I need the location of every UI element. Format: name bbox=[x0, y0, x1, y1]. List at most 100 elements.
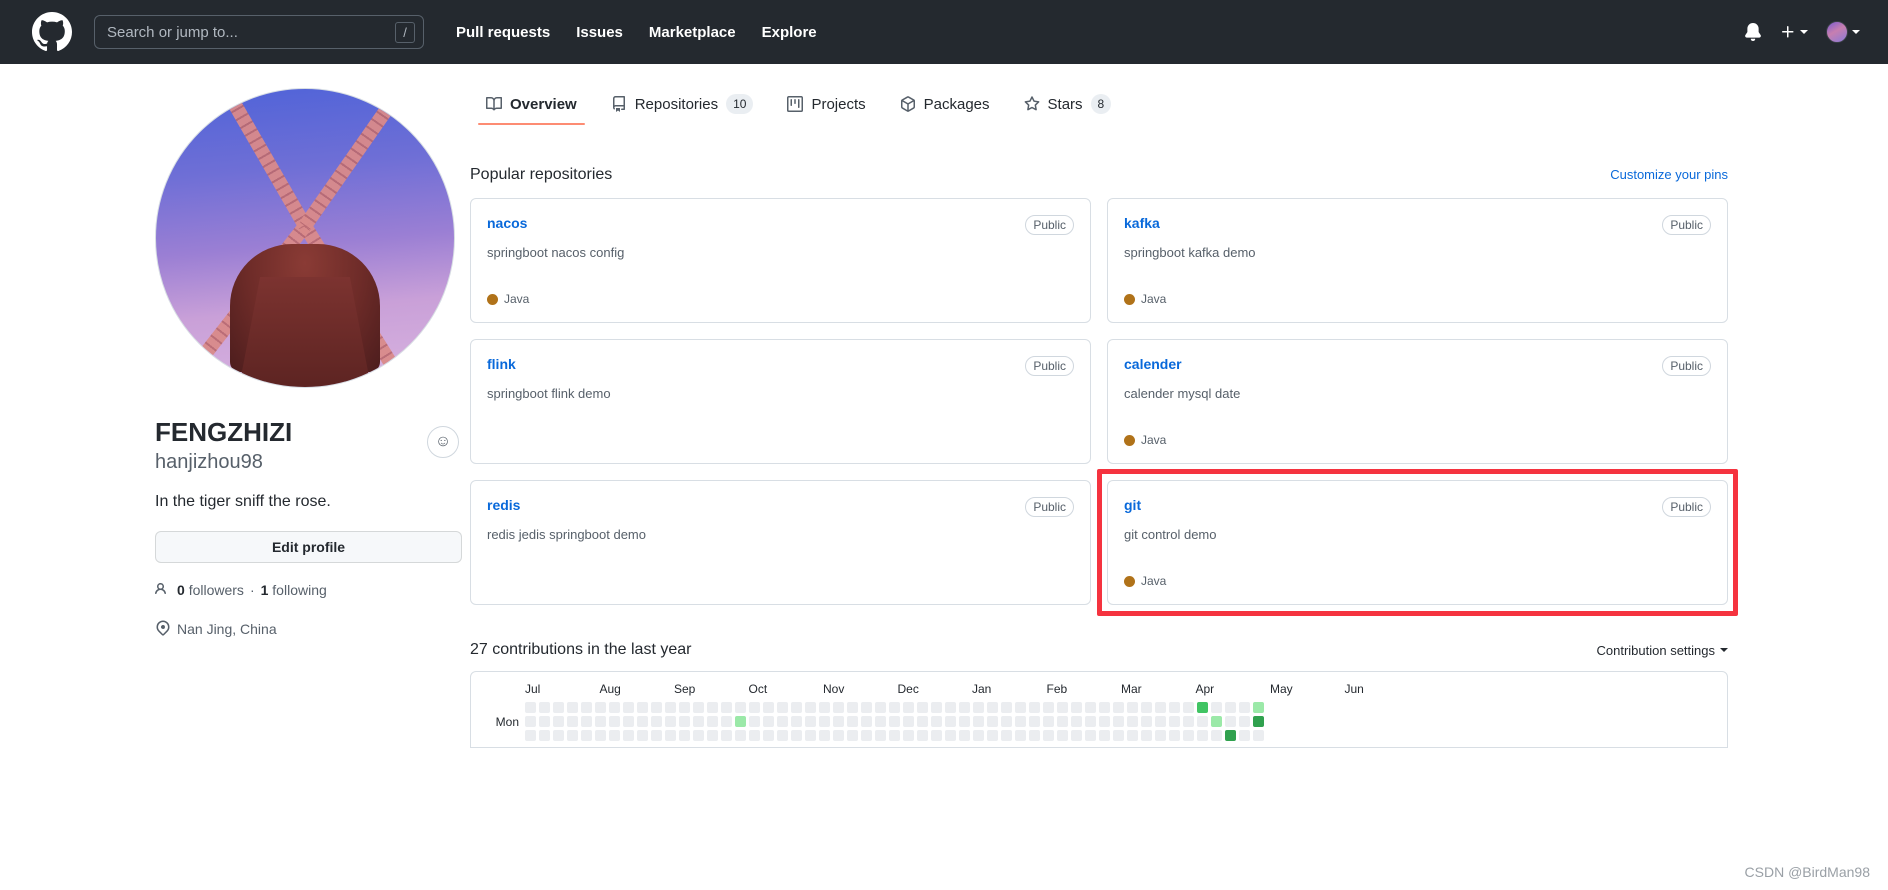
header-nav-issues[interactable]: Issues bbox=[576, 24, 623, 41]
contribution-day-cell[interactable] bbox=[1169, 702, 1180, 713]
profile-avatar[interactable] bbox=[155, 88, 455, 388]
customize-pins-link[interactable]: Customize your pins bbox=[1610, 167, 1728, 182]
contribution-day-cell[interactable] bbox=[1099, 716, 1110, 727]
contribution-day-cell[interactable] bbox=[637, 730, 648, 741]
contribution-day-cell[interactable] bbox=[987, 716, 998, 727]
tab-projects[interactable]: Projects bbox=[771, 88, 881, 125]
contribution-day-cell[interactable] bbox=[707, 702, 718, 713]
contribution-day-cell[interactable] bbox=[749, 730, 760, 741]
repo-card-kafka[interactable]: kafka Public springboot kafka demo Java bbox=[1107, 198, 1728, 323]
contribution-day-cell[interactable] bbox=[1015, 702, 1026, 713]
contribution-day-cell[interactable] bbox=[665, 716, 676, 727]
contribution-day-cell[interactable] bbox=[777, 716, 788, 727]
contribution-day-cell[interactable] bbox=[1225, 702, 1236, 713]
contribution-day-cell[interactable] bbox=[917, 716, 928, 727]
contribution-day-cell[interactable] bbox=[1043, 730, 1054, 741]
contribution-day-cell[interactable] bbox=[679, 702, 690, 713]
contribution-day-cell[interactable] bbox=[945, 702, 956, 713]
contribution-day-cell[interactable] bbox=[917, 702, 928, 713]
contribution-day-cell[interactable] bbox=[581, 716, 592, 727]
contribution-day-cell[interactable] bbox=[1001, 716, 1012, 727]
contribution-day-cell[interactable] bbox=[945, 730, 956, 741]
repo-name-link[interactable]: flink bbox=[487, 356, 516, 372]
contribution-day-cell[interactable] bbox=[1211, 730, 1222, 741]
contribution-day-cell[interactable] bbox=[875, 716, 886, 727]
contribution-day-cell[interactable] bbox=[875, 702, 886, 713]
contribution-day-cell[interactable] bbox=[595, 702, 606, 713]
contribution-day-cell[interactable] bbox=[567, 730, 578, 741]
repo-card-redis[interactable]: redis Public redis jedis springboot demo bbox=[470, 480, 1091, 605]
contribution-day-cell[interactable] bbox=[861, 730, 872, 741]
contribution-day-cell[interactable] bbox=[525, 702, 536, 713]
tab-repositories[interactable]: Repositories 10 bbox=[595, 86, 770, 126]
contribution-day-cell[interactable] bbox=[581, 730, 592, 741]
contribution-day-cell[interactable] bbox=[651, 730, 662, 741]
contribution-day-cell[interactable] bbox=[1071, 716, 1082, 727]
contribution-day-cell[interactable] bbox=[595, 716, 606, 727]
contribution-day-cell[interactable] bbox=[567, 716, 578, 727]
smiley-icon[interactable]: ☺ bbox=[427, 426, 459, 458]
contribution-day-cell[interactable] bbox=[889, 716, 900, 727]
contribution-day-cell[interactable] bbox=[679, 716, 690, 727]
contribution-day-cell[interactable] bbox=[1239, 730, 1250, 741]
contribution-day-cell[interactable] bbox=[805, 716, 816, 727]
contribution-day-cell[interactable] bbox=[1113, 730, 1124, 741]
contribution-day-cell[interactable] bbox=[707, 730, 718, 741]
contribution-day-cell[interactable] bbox=[1141, 716, 1152, 727]
contribution-day-cell[interactable] bbox=[721, 716, 732, 727]
contribution-day-cell[interactable] bbox=[959, 702, 970, 713]
contribution-day-cell[interactable] bbox=[1197, 730, 1208, 741]
repo-card-git[interactable]: git Public git control demo Java bbox=[1107, 480, 1728, 605]
contribution-day-cell[interactable] bbox=[945, 716, 956, 727]
contribution-day-cell[interactable] bbox=[1211, 702, 1222, 713]
contribution-day-cell[interactable] bbox=[1183, 702, 1194, 713]
contribution-day-cell[interactable] bbox=[553, 716, 564, 727]
contribution-day-cell[interactable] bbox=[1141, 730, 1152, 741]
repo-name-link[interactable]: git bbox=[1124, 497, 1141, 513]
contribution-day-cell[interactable] bbox=[833, 702, 844, 713]
contribution-day-cell[interactable] bbox=[525, 716, 536, 727]
contribution-day-cell[interactable] bbox=[973, 730, 984, 741]
header-nav-explore[interactable]: Explore bbox=[762, 24, 817, 41]
contribution-day-cell[interactable] bbox=[721, 702, 732, 713]
contribution-day-cell[interactable] bbox=[637, 716, 648, 727]
tab-stars[interactable]: Stars 8 bbox=[1008, 86, 1128, 126]
contribution-day-cell[interactable] bbox=[553, 702, 564, 713]
contribution-day-cell[interactable] bbox=[875, 730, 886, 741]
contribution-day-cell[interactable] bbox=[805, 702, 816, 713]
bell-icon[interactable] bbox=[1744, 23, 1762, 41]
contribution-day-cell[interactable] bbox=[1071, 702, 1082, 713]
contribution-day-cell[interactable] bbox=[707, 716, 718, 727]
create-new-button[interactable] bbox=[1780, 24, 1808, 40]
repo-card-flink[interactable]: flink Public springboot flink demo bbox=[470, 339, 1091, 464]
contribution-day-cell[interactable] bbox=[1071, 730, 1082, 741]
contribution-day-cell[interactable] bbox=[959, 716, 970, 727]
contribution-day-cell[interactable] bbox=[595, 730, 606, 741]
contribution-day-cell[interactable] bbox=[819, 730, 830, 741]
contribution-day-cell[interactable] bbox=[665, 702, 676, 713]
contribution-day-cell[interactable] bbox=[763, 716, 774, 727]
contribution-day-cell[interactable] bbox=[1057, 730, 1068, 741]
contribution-day-cell[interactable] bbox=[791, 730, 802, 741]
contribution-day-cell[interactable] bbox=[987, 702, 998, 713]
contribution-day-cell[interactable] bbox=[539, 702, 550, 713]
contribution-day-cell[interactable] bbox=[1113, 716, 1124, 727]
contribution-day-cell[interactable] bbox=[1239, 702, 1250, 713]
contribution-day-cell[interactable] bbox=[623, 716, 634, 727]
contribution-day-cell[interactable] bbox=[679, 730, 690, 741]
contribution-day-cell[interactable] bbox=[567, 702, 578, 713]
contribution-day-cell[interactable] bbox=[1225, 716, 1236, 727]
contribution-day-cell[interactable] bbox=[637, 702, 648, 713]
contribution-day-cell[interactable] bbox=[1141, 702, 1152, 713]
repo-name-link[interactable]: nacos bbox=[487, 215, 527, 231]
contribution-day-cell[interactable] bbox=[539, 730, 550, 741]
account-menu-button[interactable] bbox=[1826, 21, 1860, 43]
contribution-day-cell[interactable] bbox=[721, 730, 732, 741]
contribution-day-cell[interactable] bbox=[903, 702, 914, 713]
contribution-day-cell[interactable] bbox=[1253, 716, 1264, 727]
contribution-day-cell[interactable] bbox=[1085, 702, 1096, 713]
contribution-day-cell[interactable] bbox=[1155, 730, 1166, 741]
contribution-day-cell[interactable] bbox=[1043, 716, 1054, 727]
contribution-day-cell[interactable] bbox=[1211, 716, 1222, 727]
contribution-day-cell[interactable] bbox=[1183, 716, 1194, 727]
